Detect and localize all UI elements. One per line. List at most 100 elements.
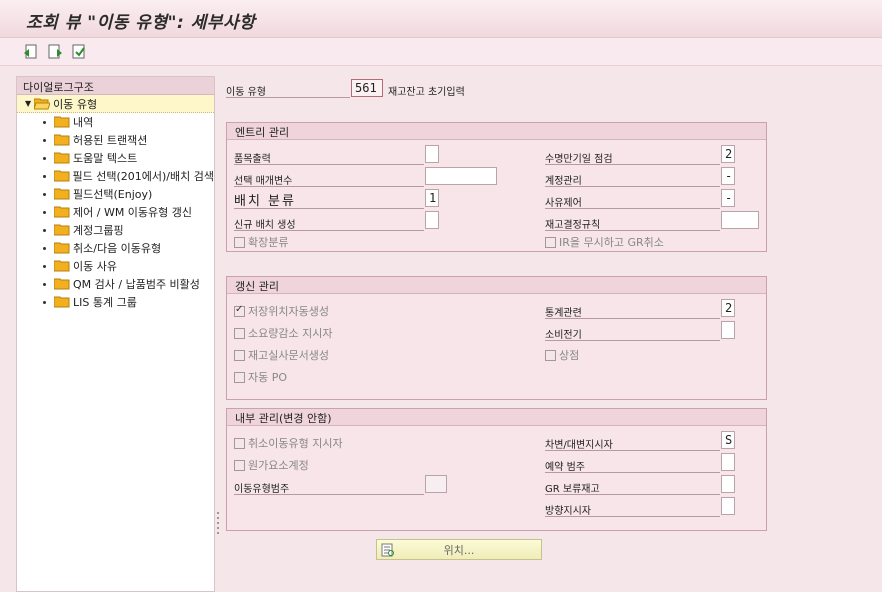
checkbox-box[interactable] bbox=[234, 349, 245, 361]
tree-item-label: 허용된 트랜잭션 bbox=[73, 134, 148, 147]
internal-control-group: 내부 관리(변경 안함) 취소이동유형 지시자 원가요소계정 이동유형범주 차변… bbox=[226, 408, 767, 531]
stock-rule-field[interactable] bbox=[721, 211, 759, 229]
tree-item-label: LIS 통계 그룹 bbox=[73, 296, 137, 309]
checkbox-box[interactable] bbox=[234, 304, 245, 317]
consumption-post-checkbox[interactable]: 소요량감소 지시자 bbox=[234, 325, 332, 341]
bullet-icon bbox=[43, 174, 46, 178]
bullet-icon bbox=[43, 282, 46, 286]
dc-ind-line bbox=[545, 433, 720, 451]
reservation-field[interactable] bbox=[721, 453, 735, 471]
prev-entry-icon[interactable] bbox=[22, 43, 40, 61]
tree-root-node[interactable]: ▼ 이동 유형 bbox=[17, 95, 214, 113]
direction-field[interactable] bbox=[721, 497, 735, 515]
reason-control-field[interactable]: - bbox=[721, 189, 735, 207]
checkbox-box[interactable] bbox=[545, 349, 556, 361]
bullet-icon bbox=[43, 300, 46, 304]
bullet-icon bbox=[43, 264, 46, 268]
bullet-icon bbox=[43, 156, 46, 160]
open-folder-icon bbox=[34, 98, 51, 109]
consumption-post-label: 소요량감소 지시자 bbox=[248, 327, 333, 340]
cost-acc-label: 원가요소계정 bbox=[248, 459, 309, 472]
gr-blocked-line bbox=[545, 477, 720, 495]
tree-item[interactable]: 이동 사유 bbox=[17, 257, 214, 275]
ext-class-checkbox[interactable]: 확장분류 bbox=[234, 234, 288, 250]
tree-item-label: 이동 사유 bbox=[73, 260, 117, 273]
position-icon bbox=[381, 543, 394, 557]
phys-inv-checkbox[interactable]: 재고실사문서생성 bbox=[234, 347, 329, 363]
auto-storage-label: 저장위치자동생성 bbox=[248, 305, 329, 318]
next-entry-icon[interactable] bbox=[46, 43, 64, 61]
checkbox-box[interactable] bbox=[234, 437, 245, 449]
entry-control-title: 엔트리 관리 bbox=[227, 123, 766, 140]
goods-label: 상점 bbox=[559, 349, 580, 362]
folder-icon bbox=[54, 206, 70, 218]
bullet-icon bbox=[43, 210, 46, 214]
movement-type-underline bbox=[226, 80, 350, 98]
print-item-line bbox=[234, 147, 424, 165]
folder-icon bbox=[53, 170, 70, 182]
print-item-field[interactable] bbox=[425, 145, 439, 163]
shelf-life-field[interactable]: 2 bbox=[721, 145, 735, 163]
detail-area: 이동 유형 561 재고잔고 초기입력 엔트리 관리 품목출력 선택 매개변수 … bbox=[222, 76, 882, 592]
movement-type-field[interactable]: 561 bbox=[351, 79, 383, 97]
reversal-checkbox[interactable]: 취소이동유형 지시자 bbox=[234, 435, 343, 451]
checkbox-box[interactable] bbox=[234, 371, 245, 383]
auto-po-label: 자동 PO bbox=[248, 371, 288, 384]
new-batch-line bbox=[234, 213, 424, 231]
folder-icon bbox=[54, 152, 70, 164]
dialog-structure-pane: 다이얼로그구조 ▼ 이동 유형 내역 허용된 트랜잭션 도움말 텍스트 필드 선택(2… bbox=[16, 76, 215, 592]
tree-item[interactable]: 도움말 텍스트 bbox=[17, 149, 214, 167]
select-entry-icon[interactable] bbox=[70, 43, 88, 61]
stat-rel-line bbox=[545, 301, 720, 319]
bullet-icon bbox=[43, 138, 46, 142]
bullet-icon bbox=[43, 228, 46, 232]
tree-item[interactable]: 계정그룹핑 bbox=[17, 221, 214, 239]
pane-splitter[interactable] bbox=[216, 510, 220, 540]
reason-control-line bbox=[545, 191, 720, 209]
auto-po-checkbox[interactable]: 자동 PO bbox=[234, 369, 287, 385]
folder-icon bbox=[54, 260, 70, 272]
tree-item[interactable]: 취소/다음 이동유형 bbox=[17, 239, 214, 257]
mvt-cat-field[interactable] bbox=[425, 475, 447, 493]
tree-item-label: 필드선택(Enjoy) bbox=[73, 188, 153, 201]
reservation-line bbox=[545, 455, 720, 473]
folder-icon bbox=[54, 188, 70, 200]
selection-param-field[interactable] bbox=[425, 167, 497, 185]
checkbox-box[interactable] bbox=[234, 236, 245, 248]
dc-ind-field[interactable]: S bbox=[721, 431, 735, 449]
goods-checkbox[interactable]: 상점 bbox=[545, 347, 579, 363]
position-button[interactable]: 위치... bbox=[376, 539, 542, 560]
checkbox-box[interactable] bbox=[234, 459, 245, 471]
tree-item[interactable]: LIS 통계 그룹 bbox=[17, 293, 214, 311]
consumption-field[interactable] bbox=[721, 321, 735, 339]
ignore-ir-checkbox[interactable]: IR을 무시하고 GR취소 bbox=[545, 234, 664, 250]
tree-item[interactable]: 필드선택(Enjoy) bbox=[17, 185, 214, 203]
folder-icon bbox=[54, 242, 70, 254]
tree-item-label: 취소/다음 이동유형 bbox=[73, 242, 162, 255]
batch-class-field[interactable]: 1 bbox=[425, 189, 439, 207]
internal-control-title: 내부 관리(변경 안함) bbox=[227, 409, 766, 426]
tree-item[interactable]: 허용된 트랜잭션 bbox=[17, 131, 214, 149]
bullet-icon bbox=[43, 192, 46, 196]
stock-rule-line bbox=[545, 213, 720, 231]
auto-storage-checkbox[interactable]: 저장위치자동생성 bbox=[234, 303, 329, 319]
tree-item-label: 제어 / WM 이동유형 갱신 bbox=[73, 206, 193, 219]
entry-control-group: 엔트리 관리 품목출력 선택 매개변수 배치 분류 1 신규 배치 생성 확장분… bbox=[226, 122, 767, 252]
expand-arrow-icon[interactable]: ▼ bbox=[25, 99, 31, 108]
cost-acc-checkbox[interactable]: 원가요소계정 bbox=[234, 457, 309, 473]
tree-item[interactable]: 필드 선택(201에서)/배치 검색 bbox=[17, 167, 214, 185]
checkbox-box[interactable] bbox=[234, 327, 245, 339]
tree-item[interactable]: 제어 / WM 이동유형 갱신 bbox=[17, 203, 214, 221]
new-batch-field[interactable] bbox=[425, 211, 439, 229]
bullet-icon bbox=[43, 120, 46, 124]
checkbox-box[interactable] bbox=[545, 236, 556, 248]
gr-blocked-field[interactable] bbox=[721, 475, 735, 493]
account-control-field[interactable]: - bbox=[721, 167, 735, 185]
folder-icon bbox=[54, 116, 70, 128]
tree-item[interactable]: 내역 bbox=[17, 113, 214, 131]
reversal-label: 취소이동유형 지시자 bbox=[248, 437, 343, 450]
tree-item[interactable]: QM 검사 / 납품범주 비활성 bbox=[17, 275, 214, 293]
selection-param-line bbox=[234, 169, 424, 187]
stat-rel-field[interactable]: 2 bbox=[721, 299, 735, 317]
position-button-label: 위치... bbox=[443, 543, 475, 557]
